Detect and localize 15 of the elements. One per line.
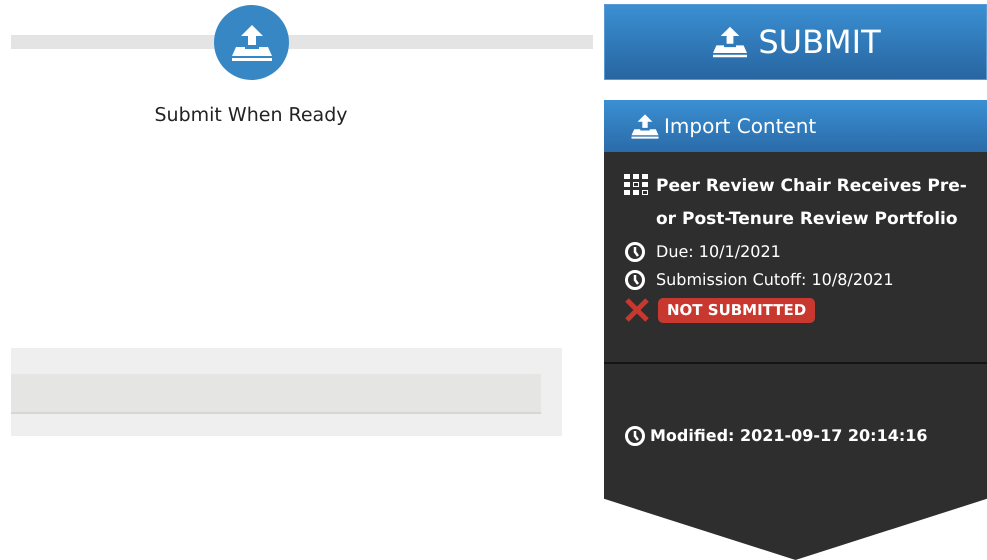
step-label: Submit When Ready <box>154 104 348 126</box>
clock-icon <box>624 241 646 263</box>
import-content-button[interactable]: Import Content <box>604 100 987 152</box>
item-title: Peer Review Chair Receives Pre-or Post-Tenure Review Portfolio <box>656 175 967 231</box>
clock-icon <box>624 269 646 291</box>
upload-icon <box>230 22 274 62</box>
input-field[interactable] <box>11 374 541 414</box>
date-text: Submission Cutoff: 10/8/2021 <box>656 269 894 291</box>
grid-icon <box>624 174 648 196</box>
status-badge: NOT SUBMITTED <box>658 298 816 322</box>
date-text: Due: 10/1/2021 <box>656 241 781 263</box>
clock-icon <box>624 425 646 447</box>
upload-icon <box>630 112 660 140</box>
modified-text: Modified: 2021-09-17 20:14:16 <box>650 425 928 447</box>
submit-button[interactable]: SUBMIT <box>604 4 987 80</box>
